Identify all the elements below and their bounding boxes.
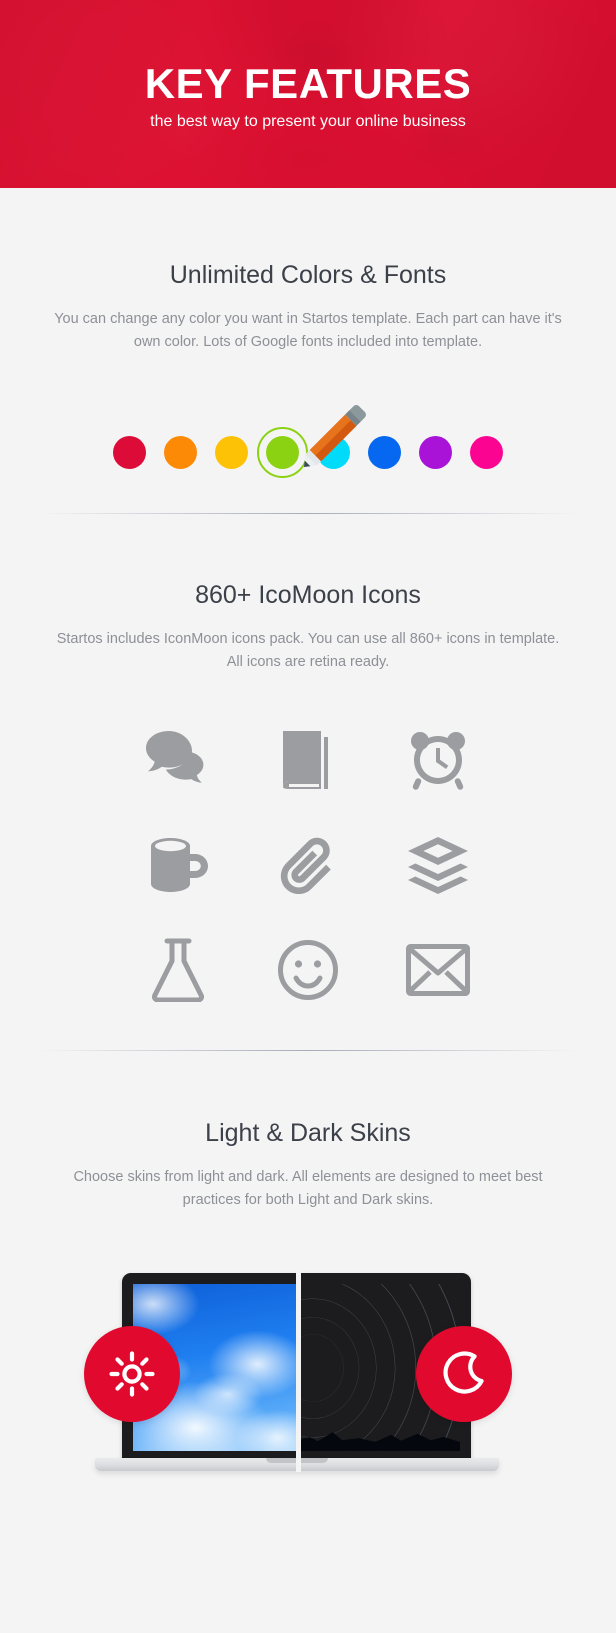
envelope-icon (406, 943, 470, 996)
icon-cell (373, 828, 503, 902)
section-light-dark-skins: Light & Dark Skins Choose skins from lig… (0, 1051, 616, 1504)
layers-icon (408, 836, 468, 894)
icon-cell (243, 723, 373, 797)
icon-grid (113, 723, 503, 1007)
coffee-mug-icon (151, 837, 208, 892)
color-swatch-purple[interactable] (419, 435, 452, 469)
flask-icon (151, 938, 205, 1002)
icon-cell (113, 828, 243, 902)
smiley-face-icon (278, 939, 338, 1000)
color-swatch-cyan[interactable] (317, 435, 350, 469)
section-description-colors: You can change any color you want in Sta… (54, 311, 562, 351)
color-swatch-magenta[interactable] (470, 435, 503, 469)
skin-split-divider (296, 1258, 301, 1472)
icon-cell (243, 828, 373, 902)
icon-cell (373, 723, 503, 797)
color-swatch-orange[interactable] (164, 435, 197, 469)
light-skin-badge[interactable] (84, 1325, 180, 1422)
section-title-colors: Unlimited Colors & Fonts (169, 261, 447, 289)
book-icon (283, 730, 328, 789)
section-icomoon-icons: 860+ IcoMoon Icons Startos includes Icon… (0, 514, 616, 1007)
paperclip-icon (280, 837, 331, 894)
section-title-icons: 860+ IcoMoon Icons (195, 580, 421, 609)
page-subtitle: the best way to present your online busi… (150, 112, 466, 130)
hero-content: KEY FEATURES the best way to present you… (0, 0, 616, 188)
alarm-clock-icon (411, 731, 465, 790)
sun-icon (109, 1351, 155, 1397)
icon-cell (243, 933, 373, 1007)
page-title: KEY FEATURES (144, 59, 472, 107)
laptop-illustration (0, 1258, 616, 1504)
hero-banner: KEY FEATURES the best way to present you… (0, 0, 616, 188)
moon-icon (443, 1351, 484, 1394)
color-swatch-amber[interactable] (215, 435, 248, 469)
dark-skin-badge[interactable] (416, 1325, 512, 1422)
icon-cell (113, 933, 243, 1007)
color-swatch-blue[interactable] (368, 435, 401, 469)
color-swatch-green[interactable] (257, 426, 308, 478)
color-swatch-red[interactable] (113, 435, 146, 469)
icon-cell (113, 723, 243, 797)
section-title-skins: Light & Dark Skins (205, 1118, 411, 1147)
section-description-skins: Choose skins from light and dark. All el… (73, 1168, 543, 1209)
color-swatch-row (36, 399, 580, 478)
section-unlimited-colors: Unlimited Colors & Fonts You can change … (0, 188, 616, 478)
chat-bubbles-icon (146, 730, 204, 783)
section-description-icons: Startos includes IconMoon icons pack. Yo… (56, 630, 560, 671)
icon-cell (373, 933, 503, 1007)
